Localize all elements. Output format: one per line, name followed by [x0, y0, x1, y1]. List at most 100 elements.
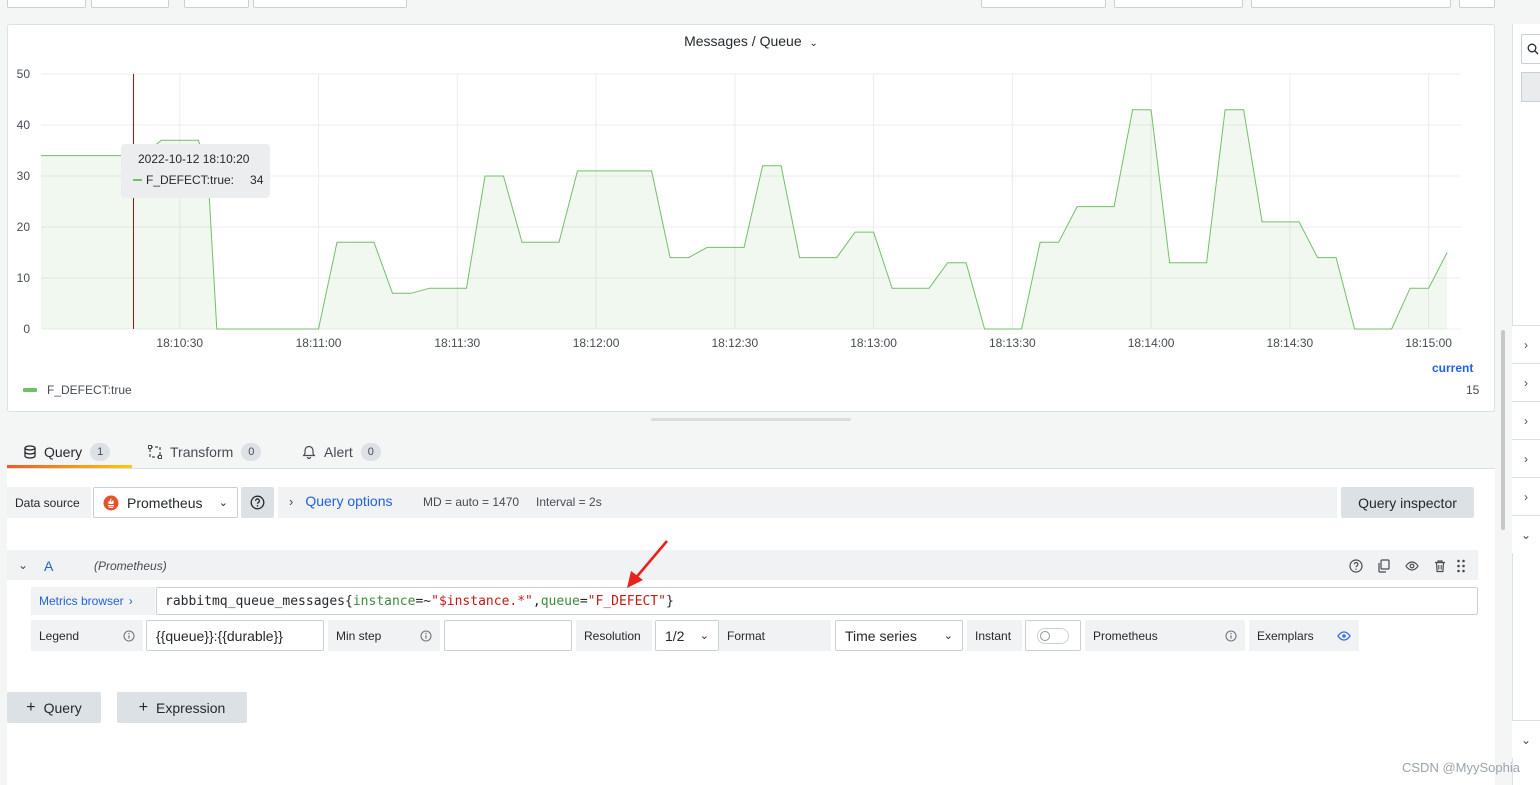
eye-icon[interactable] — [1337, 630, 1351, 642]
resolution-select[interactable]: 1/2 ⌄ — [655, 620, 719, 651]
tab-alert-count: 0 — [360, 443, 381, 461]
tab-alert[interactable]: Alert 0 — [302, 440, 381, 464]
query-label-value: "$instance.*" — [431, 593, 533, 609]
instant-toggle[interactable] — [1037, 627, 1069, 644]
options-section-expand[interactable]: › — [1512, 325, 1540, 363]
chevron-right-icon: › — [1524, 489, 1528, 504]
datasource-label: Data source — [7, 487, 91, 518]
plus-icon: + — [138, 698, 149, 716]
options-section-expand[interactable]: › — [1512, 363, 1540, 401]
x-tick-label: 18:12:00 — [573, 336, 620, 350]
options-section-expand[interactable]: › — [1512, 477, 1540, 515]
tooltip-series-value: 34 — [250, 173, 264, 187]
collapse-chevron-icon[interactable]: ⌄ — [18, 558, 28, 572]
datasource-picker[interactable]: Prometheus ⌄ — [93, 487, 238, 518]
chevron-right-icon: › — [1524, 413, 1528, 428]
graph-panel: Messages / Queue ⌄ 50 40 30 20 10 0 18:10:30 1… — [7, 24, 1495, 412]
query-label-value: "F_DEFECT" — [587, 593, 666, 609]
options-section-collapse[interactable]: ⌄ — [1512, 515, 1540, 553]
instant-toggle-wrapper — [1025, 620, 1081, 651]
query-options-interval: Interval = 2s — [536, 495, 602, 509]
eye-icon[interactable] — [1405, 559, 1419, 573]
datasource-help-button[interactable] — [241, 487, 274, 518]
min-step-option-label: Min step — [328, 620, 440, 651]
panel-resize-handle[interactable] — [651, 418, 851, 421]
annotation-arrow-icon — [627, 540, 668, 588]
min-step-input[interactable] — [444, 620, 572, 651]
add-query-label: Query — [43, 699, 82, 716]
x-tick-label: 18:15:00 — [1405, 336, 1452, 350]
query-inspector-button[interactable]: Query inspector — [1341, 487, 1474, 518]
legend-option-label: Legend — [31, 620, 143, 651]
legend-color-swatch — [23, 388, 37, 392]
y-tick-label: 40 — [17, 118, 31, 132]
add-expression-button[interactable]: + Expression — [117, 692, 247, 723]
chevron-right-icon: › — [1524, 337, 1528, 352]
legend-item[interactable]: F_DEFECT:true — [23, 383, 132, 397]
chevron-right-icon: › — [128, 594, 133, 608]
help-icon[interactable] — [1349, 559, 1363, 573]
instant-label: Instant — [967, 620, 1022, 651]
info-icon[interactable] — [123, 629, 135, 642]
toolbar-stub[interactable] — [1251, 0, 1451, 8]
info-icon[interactable] — [1225, 629, 1237, 642]
tooltip-series-name: F_DEFECT:true: — [146, 173, 235, 187]
options-section-expand[interactable]: › — [1512, 439, 1540, 477]
x-tick-label: 18:14:00 — [1128, 336, 1175, 350]
chart-tooltip: 2022-10-12 18:10:20 F_DEFECT:true: 34 — [121, 144, 270, 198]
y-tick-label: 0 — [23, 322, 30, 336]
info-icon[interactable] — [420, 629, 432, 642]
toolbar-stub[interactable] — [7, 0, 86, 8]
query-brace: { — [345, 593, 353, 609]
drag-handle-icon[interactable] — [1456, 558, 1466, 574]
x-tick-label: 18:13:30 — [989, 336, 1036, 350]
query-row-header — [7, 550, 1478, 580]
format-label: Format — [719, 620, 831, 651]
options-search-input[interactable] — [1521, 34, 1540, 64]
toolbar-stub[interactable] — [981, 0, 1106, 8]
options-section-collapse[interactable]: ⌄ — [1512, 720, 1540, 758]
query-ref-id[interactable]: A — [44, 558, 53, 574]
query-label-key: queue — [540, 593, 580, 609]
toolbar-stub[interactable] — [1114, 0, 1243, 8]
series-area — [41, 109, 1448, 329]
tab-query-label: Query — [44, 444, 83, 460]
add-expression-label: Expression — [156, 699, 226, 716]
datasource-value: Prometheus — [127, 494, 203, 511]
legend-series-name: F_DEFECT:true — [47, 383, 132, 397]
format-select[interactable]: Time series ⌄ — [835, 620, 963, 651]
legend-label-text: Legend — [39, 628, 80, 643]
resolution-label: Resolution — [576, 620, 652, 651]
time-series-chart[interactable]: 50403020100 18:10:30 18:11:00 18:11:30 18:1… — [8, 25, 1496, 413]
metrics-browser-label: Metrics browser — [39, 594, 124, 608]
tab-transform[interactable]: Transform 0 — [148, 440, 262, 464]
options-section-expand[interactable]: › — [1512, 401, 1540, 439]
chevron-right-icon: › — [1524, 451, 1528, 466]
question-circle-icon — [250, 495, 265, 510]
tab-query[interactable]: Query 1 — [24, 440, 111, 464]
toolbar-stub[interactable] — [1459, 0, 1495, 8]
x-axis: 18:10:30 18:11:00 18:11:30 18:12:00 18:12:30… — [156, 336, 1452, 350]
metrics-browser-button[interactable]: Metrics browser › — [31, 587, 155, 615]
bell-icon — [302, 445, 316, 459]
legend-format-input[interactable]: {{queue}}:{{durable}} — [146, 620, 324, 651]
legend-column-header[interactable]: current — [1432, 361, 1473, 375]
prometheus-logo-icon — [103, 495, 119, 510]
promql-query-input[interactable]: rabbitmq_queue_messages{instance =~ "$inst… — [156, 587, 1478, 615]
add-query-button[interactable]: + Query — [7, 692, 101, 723]
tooltip-series-swatch — [133, 179, 142, 181]
trash-icon[interactable] — [1433, 559, 1447, 573]
query-options-toggle[interactable]: › Query options — [289, 493, 393, 509]
duplicate-icon[interactable] — [1377, 559, 1391, 573]
query-operator: = — [579, 593, 588, 609]
toolbar-stub[interactable] — [91, 0, 169, 8]
scrollbar-thumb[interactable] — [1501, 330, 1505, 530]
chevron-right-icon: › — [1524, 375, 1528, 390]
tooltip-series-row: F_DEFECT:true: 34 — [133, 173, 263, 187]
transform-icon — [148, 445, 162, 459]
options-tab-button[interactable] — [1521, 72, 1540, 102]
toolbar-stub[interactable] — [184, 0, 249, 8]
chevron-down-icon: ⌄ — [943, 630, 953, 642]
tooltip-time: 2022-10-12 18:10:20 — [138, 152, 250, 166]
toolbar-stub[interactable] — [253, 0, 407, 8]
